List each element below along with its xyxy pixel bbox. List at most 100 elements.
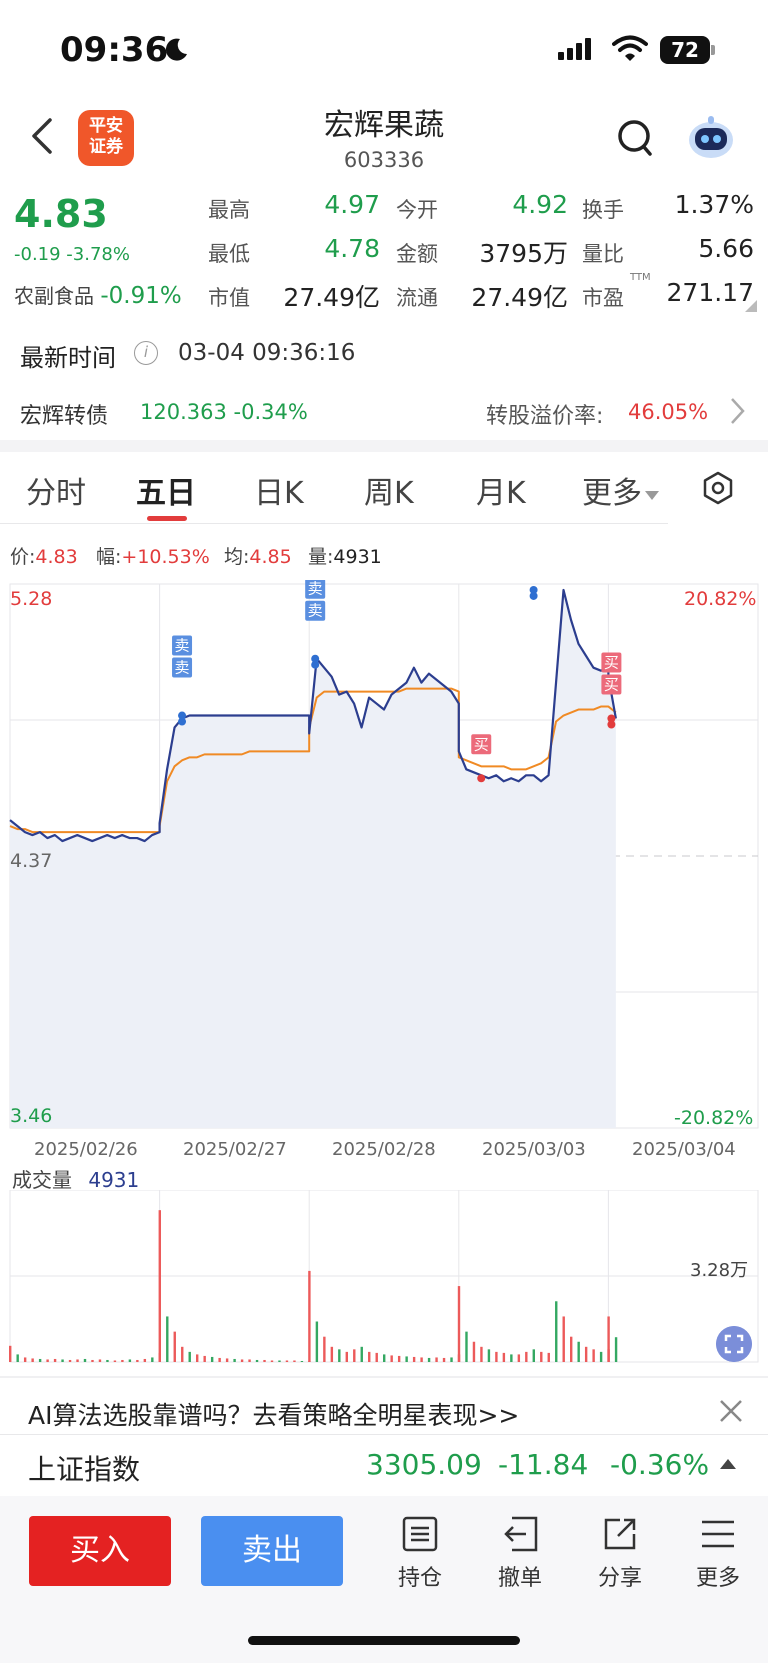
sell-marker-label: 卖 [175, 637, 190, 655]
volume-bar-up [397, 1355, 401, 1362]
volume-bar-up [308, 1270, 311, 1362]
field-label-amount: 金额 [396, 242, 438, 266]
volume-bar-down [405, 1356, 408, 1362]
volume-bar-up [480, 1346, 483, 1362]
cellular-signal-icon [558, 38, 592, 60]
promo-banner[interactable]: AI算法选股靠谱吗？去看策略全明星表现>> [28, 1396, 519, 1432]
volume-bar-down [188, 1351, 191, 1362]
robot-assistant-icon[interactable] [686, 112, 736, 160]
stat-average-label: 均: [224, 546, 250, 568]
sell-button[interactable]: 卖出 [201, 1516, 343, 1586]
volume-bar-down [38, 1358, 42, 1362]
volume-bar-up [442, 1357, 446, 1362]
volume-value: 4931 [88, 1168, 140, 1192]
price-change: -0.19 -3.78% [14, 244, 130, 265]
sell-marker-dot [311, 660, 320, 669]
stock-name: 宏辉果蔬 [324, 108, 444, 143]
expand-corner-icon[interactable] [745, 300, 757, 312]
volume-bar-up [121, 1359, 124, 1362]
volume-bar-up [91, 1359, 94, 1362]
volume-chart[interactable] [0, 1190, 768, 1366]
stat-price: 价:4.83 [10, 542, 78, 569]
battery-tip [711, 45, 715, 55]
more-icon [702, 1520, 734, 1548]
volume-bar-up [584, 1346, 588, 1362]
volume-bar-up [23, 1357, 27, 1362]
volume-bar-up [570, 1336, 573, 1362]
volume-bar-up [9, 1345, 12, 1362]
volume-bar-down [278, 1360, 281, 1362]
y-axis-bottom-price: 3.46 [10, 1105, 53, 1127]
volume-bar-up [263, 1359, 266, 1362]
volume-bar-down [255, 1359, 259, 1362]
volume-bar-down [450, 1357, 453, 1362]
buy-marker-dot [607, 720, 616, 729]
sell-marker-label: 卖 [308, 602, 323, 620]
volume-bar-down [128, 1359, 132, 1362]
volume-bar-up [293, 1360, 296, 1362]
volume-bar-down [383, 1354, 386, 1362]
volume-bar-up [196, 1354, 199, 1362]
field-label-float-cap: 流通 [396, 286, 438, 310]
more-label: 更多 [695, 1566, 740, 1591]
expand-up-icon[interactable] [720, 1459, 736, 1469]
volume-bar-down [599, 1351, 603, 1362]
tab-five-day[interactable]: 五日 [136, 468, 196, 512]
tab-more-label: 更多 [582, 476, 642, 511]
volume-bar-up [323, 1336, 326, 1362]
premium-value: 46.05% [628, 400, 709, 424]
back-icon[interactable] [28, 116, 58, 156]
field-value-pe: 271.17 [666, 278, 754, 307]
sector-name: 农副食品 [14, 284, 94, 308]
volume-bar-down [555, 1301, 558, 1362]
fullscreen-icon[interactable] [716, 1326, 752, 1362]
gear-icon[interactable] [700, 470, 736, 506]
broker-logo-line2: 证券 [89, 137, 123, 157]
volume-bar-down [210, 1356, 214, 1362]
premium-label: 转股溢价率: [486, 404, 604, 429]
index-name[interactable]: 上证指数 [28, 1448, 140, 1488]
volume-bar-down [487, 1349, 491, 1362]
more-button[interactable]: 更多 [688, 1514, 748, 1592]
search-icon[interactable] [616, 116, 656, 160]
convertible-bond-value: 120.363 -0.34% [140, 400, 308, 424]
cancel-order-button[interactable]: 撤单 [490, 1514, 550, 1592]
share-icon [604, 1518, 636, 1550]
volume-bar-down [16, 1354, 19, 1362]
tab-weekly-k[interactable]: 周K [364, 468, 414, 512]
volume-bar-up [143, 1358, 147, 1362]
tab-monthly-k[interactable]: 月K [476, 468, 526, 512]
volume-bar-up [435, 1357, 438, 1362]
tab-more[interactable]: 更多 [582, 468, 660, 512]
active-tab-indicator [147, 516, 187, 521]
volume-bar-up [53, 1358, 57, 1362]
volume-bar-up [457, 1286, 461, 1362]
holdings-button[interactable]: 持仓 [390, 1514, 450, 1592]
volume-bar-up [345, 1351, 348, 1362]
buy-marker-label: 买 [604, 654, 619, 672]
volume-title: 成交量 [12, 1168, 72, 1192]
volume-bar-up [592, 1349, 595, 1362]
convertible-bond-name[interactable]: 宏辉转债 [20, 398, 108, 430]
tab-divider [0, 523, 668, 524]
volume-bar-down [465, 1331, 468, 1362]
promo-divider [0, 1376, 768, 1378]
field-value-volume-ratio: 5.66 [698, 234, 754, 263]
five-day-price-chart[interactable]: 卖卖卖卖买卖卖买买 [0, 580, 768, 1140]
status-time: 09:36 [60, 30, 169, 70]
volume-bar-up [136, 1359, 139, 1362]
field-value-turnover: 1.37% [674, 190, 754, 219]
close-icon[interactable] [718, 1398, 744, 1424]
info-icon[interactable]: i [134, 341, 158, 365]
stat-volume-value: 4931 [333, 546, 382, 568]
chevron-right-icon[interactable] [728, 396, 748, 426]
latest-time-value: 03-04 09:36:16 [178, 340, 356, 366]
sell-marker-dot [529, 585, 538, 594]
volume-bar-up [285, 1360, 289, 1362]
y-axis-top-price: 5.28 [10, 588, 53, 610]
share-button[interactable]: 分享 [590, 1514, 650, 1592]
buy-button[interactable]: 买入 [29, 1516, 171, 1586]
tab-daily-k[interactable]: 日K [254, 468, 304, 512]
sector[interactable]: 农副食品 -0.91% [14, 280, 182, 309]
tab-intraday[interactable]: 分时 [26, 468, 86, 512]
